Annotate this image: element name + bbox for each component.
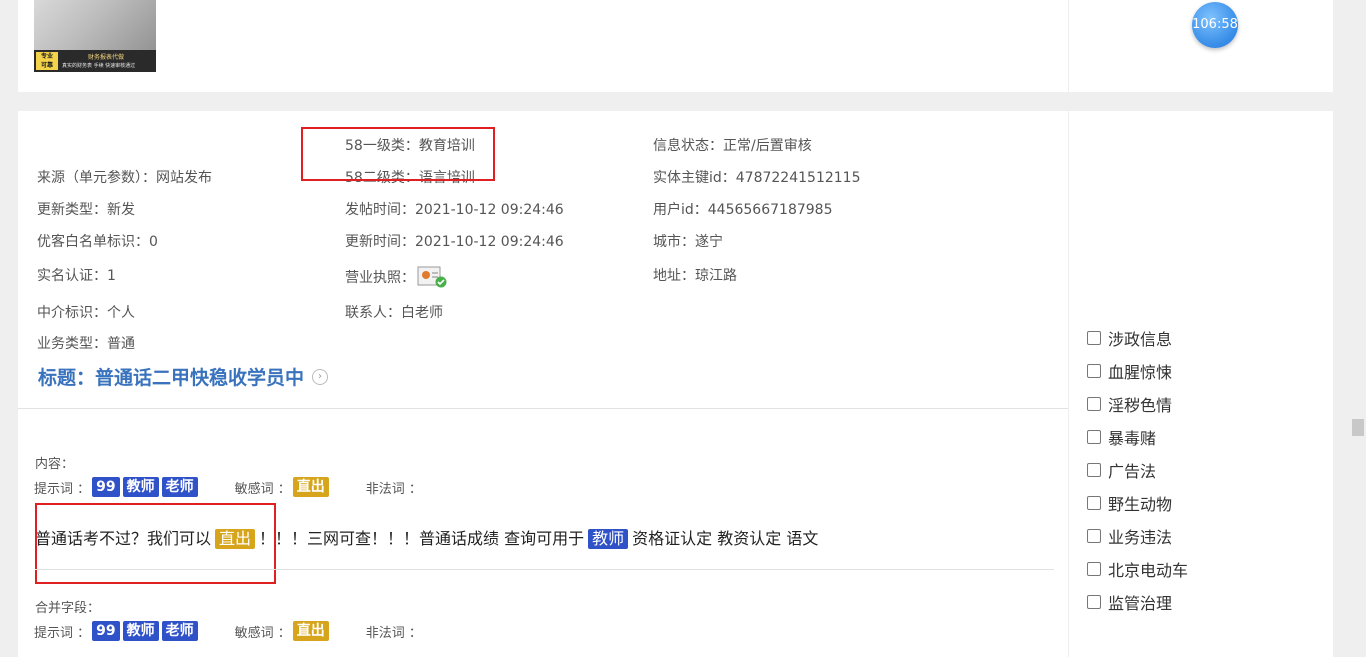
field-business-type: 业务类型：普通 [37, 336, 135, 352]
hint-tag: 99 [92, 477, 120, 497]
hint-tag: 教师 [122, 621, 159, 641]
field-whitelist: 优客白名单标识：0 [37, 234, 158, 250]
content-highlight-box [35, 503, 276, 584]
checkbox-label: 暴毒赌 [1108, 429, 1157, 448]
field-info-status: 信息状态：正常/后置审核 [653, 138, 812, 154]
divider [35, 569, 1054, 570]
field-entity-id: 实体主键id：47872241512115 [653, 170, 861, 186]
sensitive-tag: 直出 [292, 621, 329, 641]
content-keyword-row: 提示词 ： 99 教师 老师 敏感词 ： 直出 非法词 ： [34, 477, 422, 497]
checkbox-label: 血腥惊悚 [1108, 363, 1173, 382]
field-city: 城市：遂宁 [653, 234, 723, 250]
checkbox-box[interactable] [1087, 529, 1101, 543]
checkbox-label: 涉政信息 [1108, 330, 1173, 349]
violation-checkbox-panel: 涉政信息 血腥惊悚 淫秽色情 暴毒赌 广告法 野生动物 业务违法 北京电动车 监… [1069, 111, 1333, 657]
field-business-license: 营业执照： [345, 265, 447, 289]
highlight-hint-word: 教师 [588, 529, 629, 549]
thumbnail-badge: 专业 可靠 [36, 52, 58, 70]
checkbox-box[interactable] [1087, 364, 1101, 378]
field-address: 地址：琼江路 [653, 268, 737, 284]
field-agent: 中介标识：个人 [37, 305, 135, 321]
checkbox-regulation[interactable]: 监管治理 [1087, 590, 1172, 614]
field-user-id: 用户id：44565667187985 [653, 202, 833, 218]
checkbox-label: 淫秽色情 [1108, 396, 1173, 415]
checkbox-box[interactable] [1087, 463, 1101, 477]
top-side-panel: 106:58 [1069, 0, 1333, 92]
checkbox-box[interactable] [1087, 331, 1101, 345]
checkbox-ad-law[interactable]: 广告法 [1087, 458, 1156, 482]
field-contact: 联系人：白老师 [345, 305, 443, 321]
checkbox-label: 野生动物 [1108, 495, 1173, 514]
sensitive-words-label: 敏感词 ： [234, 625, 291, 641]
checkbox-beijing-ev[interactable]: 北京电动车 [1087, 557, 1188, 581]
checkbox-drugs-gambling[interactable]: 暴毒赌 [1087, 425, 1156, 449]
page-scrollbar[interactable] [1350, 0, 1366, 657]
divider [18, 408, 1068, 409]
sensitive-tag: 直出 [292, 477, 329, 497]
post-title-text: 标题：普通话二甲快稳收学员中 [38, 367, 305, 389]
merged-keyword-row: 提示词 ： 99 教师 老师 敏感词 ： 直出 非法词 ： [34, 621, 422, 641]
checkbox-politics[interactable]: 涉政信息 [1087, 326, 1172, 350]
license-verified-icon[interactable] [417, 265, 447, 289]
checkbox-business-violation[interactable]: 业务违法 [1087, 524, 1172, 548]
post-title[interactable]: 标题：普通话二甲快稳收学员中 › [38, 363, 329, 390]
license-thumbnail-image[interactable]: 专业 可靠 财务报表代做 真实的财务表 手续 快速审核通过 [34, 0, 156, 72]
hint-tag: 教师 [122, 477, 159, 497]
field-post-time: 发帖时间：2021-10-12 09:24:46 [345, 202, 564, 218]
checkbox-porn[interactable]: 淫秽色情 [1087, 392, 1172, 416]
checkbox-box[interactable] [1087, 430, 1101, 444]
content-label: 内容： [35, 457, 75, 472]
content-part-2: ！！！三网可查！！！普通话成绩 查询可用于 [259, 529, 585, 548]
hint-tag: 老师 [161, 621, 198, 641]
chevron-right-icon[interactable]: › [312, 368, 329, 385]
illegal-words-label: 非法词 ： [365, 625, 422, 641]
checkbox-wildlife[interactable]: 野生动物 [1087, 491, 1172, 515]
sensitive-words-label: 敏感词 ： [234, 481, 291, 497]
illegal-words-label: 非法词 ： [365, 481, 422, 497]
merged-label: 合并字段： [35, 601, 101, 616]
checkbox-box[interactable] [1087, 595, 1101, 609]
checkbox-label: 业务违法 [1108, 528, 1173, 547]
review-timer: 106:58 [1192, 2, 1238, 48]
field-update-type: 更新类型：新发 [37, 202, 135, 218]
hint-words-label: 提示词 ： [34, 481, 91, 497]
checkbox-box[interactable] [1087, 562, 1101, 576]
hint-tag: 老师 [161, 477, 198, 497]
checkbox-gore[interactable]: 血腥惊悚 [1087, 359, 1172, 383]
checkbox-box[interactable] [1087, 397, 1101, 411]
category-highlight-box [301, 127, 495, 181]
business-license-label: 营业执照： [345, 270, 415, 286]
content-part-3: 资格证认定 教资认定 语文 [632, 529, 819, 548]
thumbnail-text-2: 真实的财务表 手续 快速审核通过 [62, 63, 136, 69]
hint-tag: 99 [92, 621, 120, 641]
scrollbar-thumb[interactable] [1352, 419, 1364, 436]
top-info-panel: 专业 可靠 财务报表代做 真实的财务表 手续 快速审核通过 [18, 0, 1068, 92]
hint-words-label: 提示词 ： [34, 625, 91, 641]
checkbox-label: 北京电动车 [1108, 561, 1189, 580]
checkbox-label: 监管治理 [1108, 594, 1173, 613]
checkbox-label: 广告法 [1108, 462, 1157, 481]
field-update-time: 更新时间：2021-10-12 09:24:46 [345, 234, 564, 250]
thumbnail-text-1: 财务报表代做 [88, 54, 125, 61]
field-source: 来源（单元参数）：网站发布 [37, 170, 212, 186]
post-detail-panel: 来源（单元参数）：网站发布 更新类型：新发 优客白名单标识：0 实名认证：1 中… [18, 111, 1068, 657]
checkbox-box[interactable] [1087, 496, 1101, 510]
field-realname: 实名认证：1 [37, 268, 116, 284]
